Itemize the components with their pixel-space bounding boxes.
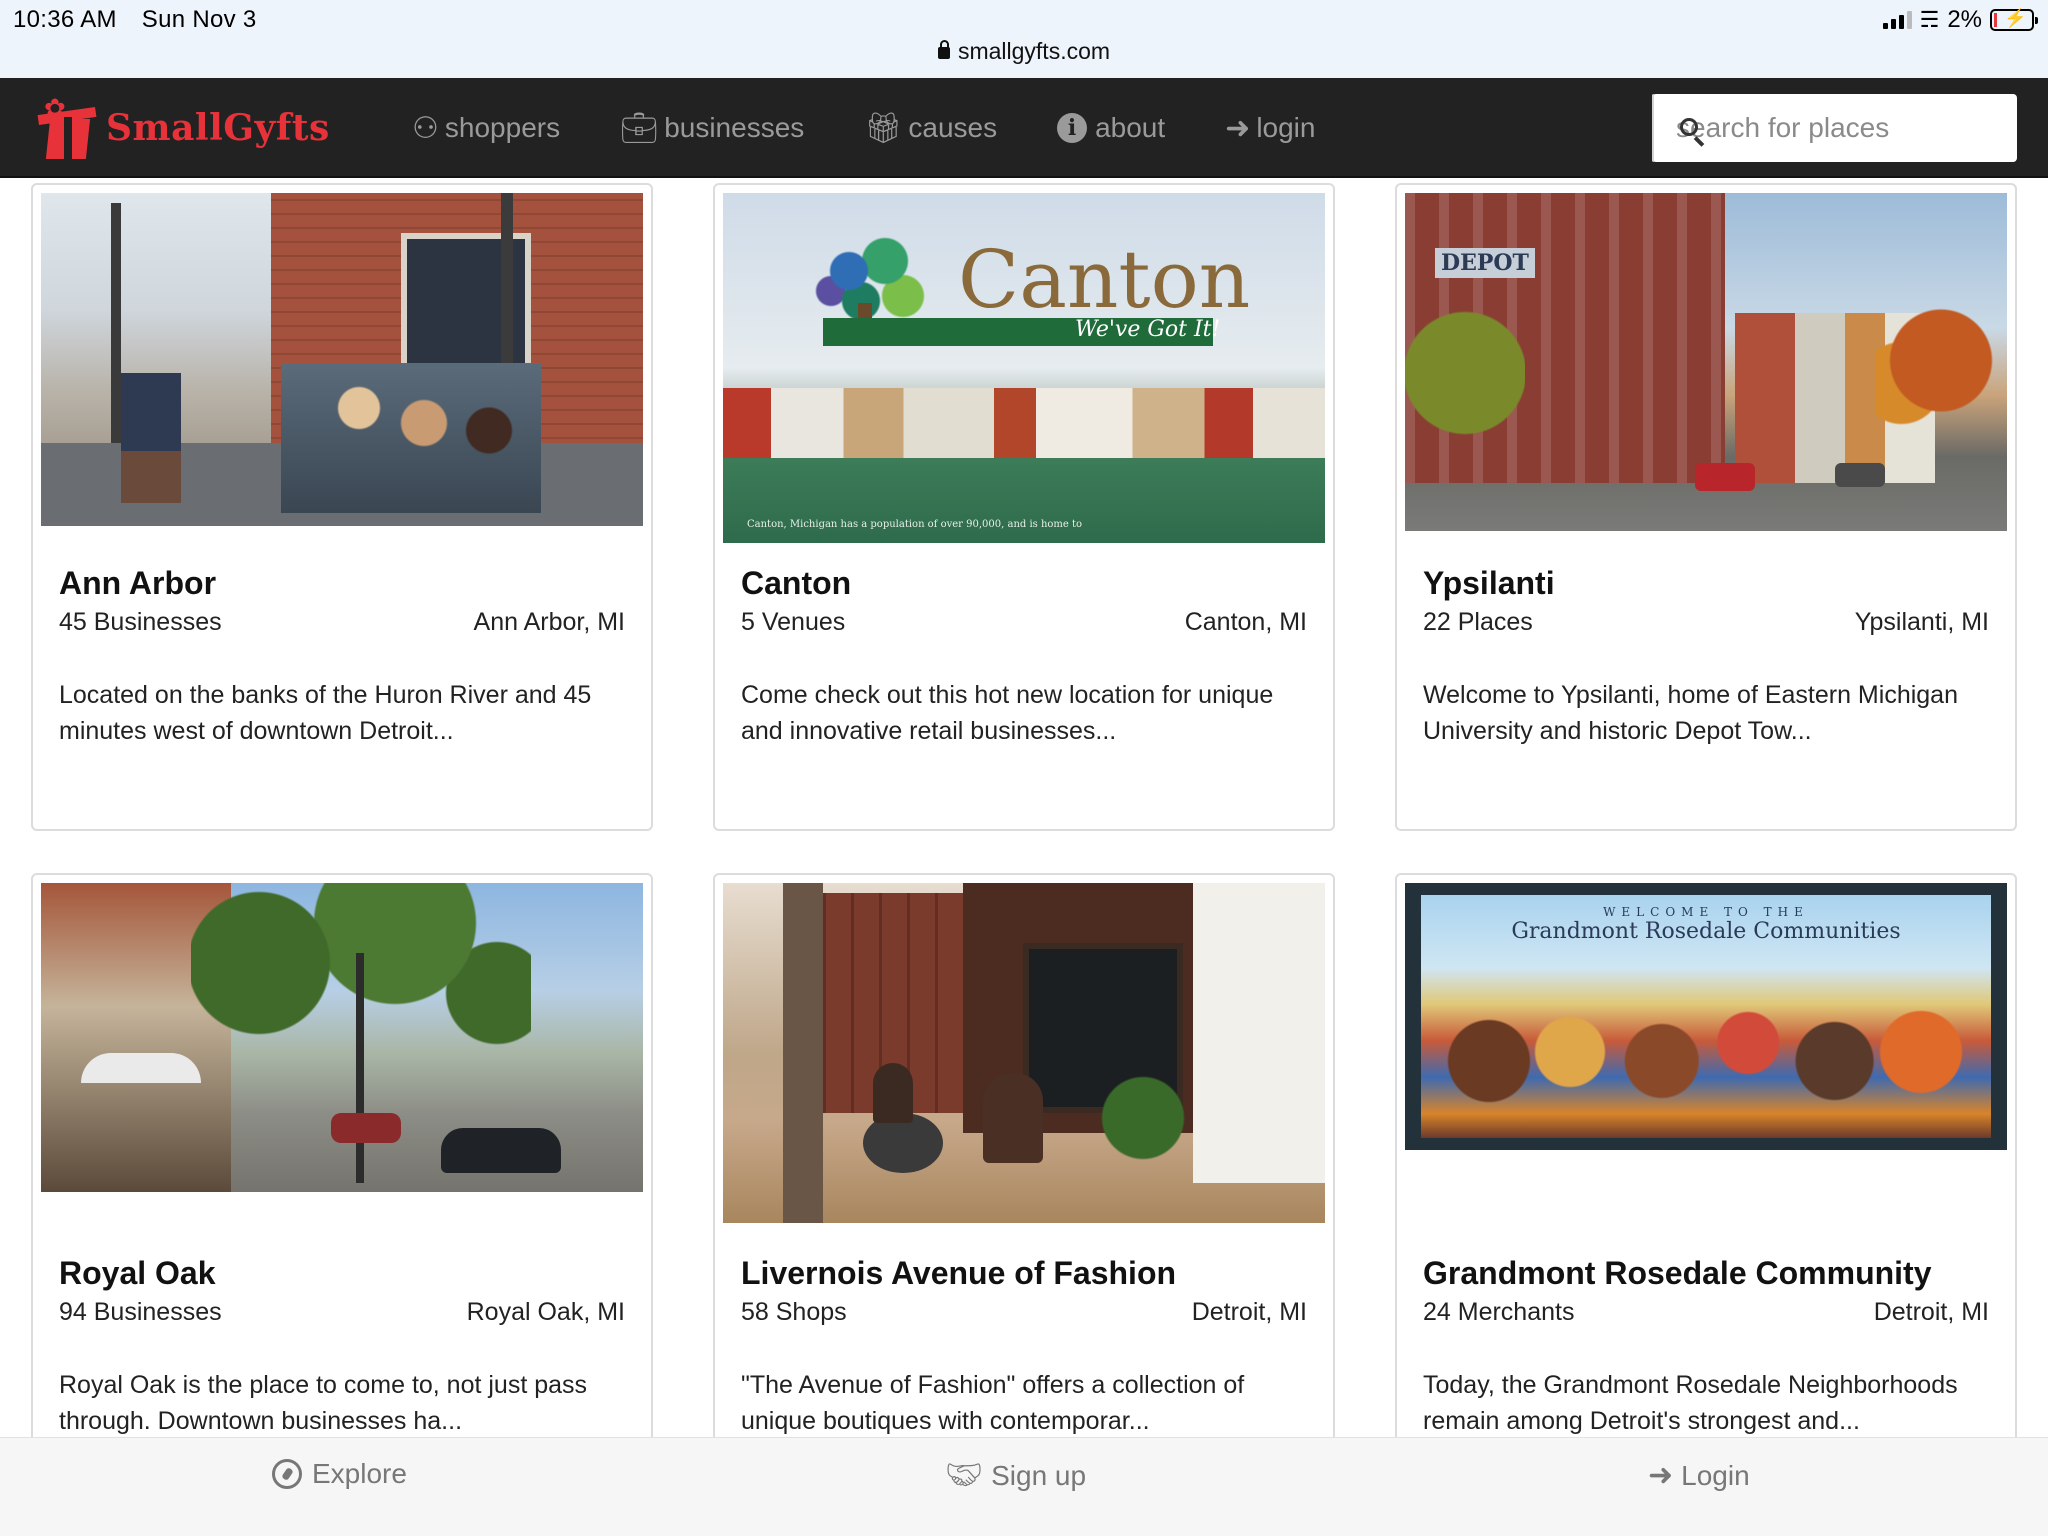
status-time: 10:36 AM — [13, 6, 117, 33]
place-count: 58 Shops — [741, 1298, 847, 1326]
brand-name: SmallGyfts — [106, 107, 330, 149]
place-image: Canton We've Got It! Canton, Michigan ha… — [723, 193, 1325, 543]
depot-sign-text: DEPOT — [1435, 248, 1535, 278]
tab-sign-up-label: Sign up — [991, 1459, 1087, 1491]
place-description: Located on the banks of the Huron River … — [59, 681, 592, 745]
lock-icon — [937, 40, 950, 59]
canton-caption: Canton, Michigan has a population of ove… — [747, 519, 1083, 530]
nav-about-label: about — [1095, 112, 1166, 143]
nav-businesses[interactable]: 💼︎ businesses — [620, 111, 804, 146]
brand-logo[interactable]: ✿ SmallGyfts — [34, 86, 330, 170]
briefcase-icon: 💼︎ — [620, 111, 659, 145]
cellular-signal-icon — [1882, 11, 1912, 29]
nav-causes[interactable]: 🎁︎ causes — [864, 111, 997, 146]
search-input[interactable] — [1654, 94, 2037, 162]
status-date: Sun Nov 3 — [141, 6, 257, 33]
nav-businesses-label: businesses — [664, 112, 805, 143]
tab-explore[interactable]: Explore — [272, 1458, 407, 1490]
place-description: Come check out this hot new location for… — [741, 681, 1274, 745]
place-card-canton[interactable]: Canton We've Got It! Canton, Michigan ha… — [713, 183, 1335, 831]
place-image: WELCOME TO THE Grandmont Rosedale Commun… — [1405, 883, 2007, 1150]
place-count: 94 Businesses — [59, 1298, 222, 1326]
mural-welcome-text: WELCOME TO THE — [1603, 905, 1809, 919]
place-image — [723, 883, 1325, 1223]
users-icon: ⚇ — [412, 111, 439, 145]
compass-icon — [272, 1459, 302, 1489]
canton-logo-text: Canton — [958, 233, 1251, 326]
place-description: Today, the Grandmont Rosedale Neighborho… — [1423, 1371, 1958, 1435]
place-description: Royal Oak is the place to come to, not j… — [59, 1371, 588, 1435]
wifi-icon: ☴ — [1919, 7, 1940, 32]
status-time-date: 10:36 AM Sun Nov 3 — [13, 6, 275, 34]
place-location: Royal Oak, MI — [466, 1298, 625, 1326]
place-count: 5 Venues — [741, 608, 846, 636]
place-title[interactable]: Royal Oak — [59, 1255, 216, 1292]
place-description: Welcome to Ypsilanti, home of Eastern Mi… — [1423, 681, 1958, 745]
place-title[interactable]: Ann Arbor — [59, 565, 216, 602]
nav-about[interactable]: i about — [1057, 112, 1165, 144]
place-location: Ypsilanti, MI — [1854, 608, 1989, 636]
search-box — [1652, 94, 2037, 162]
nav-links: ⚇ shoppers 💼︎ businesses 🎁︎ causes i abo… — [412, 78, 1375, 178]
place-title[interactable]: Ypsilanti — [1423, 565, 1555, 602]
nav-login[interactable]: ➜ login — [1225, 111, 1315, 146]
sign-in-icon: ➜ — [1225, 111, 1251, 145]
place-card-ypsilanti[interactable]: DEPOT Ypsilanti 22 Places Ypsilanti, MI … — [1395, 183, 2017, 831]
site-navbar: ✿ SmallGyfts ⚇ shoppers 💼︎ businesses 🎁︎… — [0, 78, 2048, 178]
place-location: Detroit, MI — [1191, 1298, 1307, 1326]
place-image: DEPOT — [1405, 193, 2007, 531]
sign-in-icon: ➜ — [1648, 1459, 1674, 1492]
gift-logo-icon: ✿ — [34, 93, 98, 163]
place-image — [41, 883, 643, 1192]
battery-icon: ⚡ — [1990, 8, 2038, 31]
tab-login-label: Login — [1681, 1459, 1750, 1491]
tab-login[interactable]: ➜ Login — [1648, 1458, 1750, 1493]
place-card-livernois[interactable]: Livernois Avenue of Fashion 58 Shops Det… — [713, 873, 1335, 1473]
tab-sign-up[interactable]: 🤝︎ Sign up — [945, 1458, 1086, 1493]
place-image — [41, 193, 643, 526]
nav-shoppers-label: shoppers — [444, 112, 561, 143]
place-card-grandmont-rosedale[interactable]: WELCOME TO THE Grandmont Rosedale Commun… — [1395, 873, 2017, 1473]
ios-status-bar: 10:36 AM Sun Nov 3 ☴ 2% ⚡ smallgyfts.com — [0, 0, 2048, 78]
battery-percent: 2% — [1947, 6, 1982, 33]
place-title[interactable]: Livernois Avenue of Fashion — [741, 1255, 1176, 1292]
place-count: 22 Places — [1423, 608, 1533, 636]
canton-tagline: We've Got It! — [1075, 317, 1221, 342]
place-card-ann-arbor[interactable]: Ann Arbor 45 Businesses Ann Arbor, MI Lo… — [31, 183, 653, 831]
bottom-tab-bar: Explore 🤝︎ Sign up ➜ Login — [0, 1437, 2048, 1536]
mural-title-text: Grandmont Rosedale Communities — [1511, 919, 1901, 944]
handshake-icon: 🤝︎ — [945, 1459, 984, 1492]
search-icon — [1680, 118, 1698, 136]
gift-icon: 🎁︎ — [864, 111, 903, 145]
address-bar[interactable]: smallgyfts.com — [0, 38, 2048, 65]
nav-causes-label: causes — [908, 112, 998, 143]
nav-shoppers[interactable]: ⚇ shoppers — [412, 111, 560, 146]
place-title[interactable]: Grandmont Rosedale Community — [1423, 1255, 1932, 1292]
tab-explore-label: Explore — [312, 1458, 407, 1489]
place-count: 45 Businesses — [59, 608, 222, 636]
place-location: Ann Arbor, MI — [473, 608, 625, 636]
nav-login-label: login — [1256, 112, 1316, 143]
place-count: 24 Merchants — [1423, 1298, 1575, 1326]
place-description: "The Avenue of Fashion" offers a collect… — [741, 1371, 1245, 1435]
url-text: smallgyfts.com — [957, 38, 1111, 64]
place-location: Canton, MI — [1184, 608, 1307, 636]
search-button[interactable] — [1652, 94, 1698, 162]
place-card-royal-oak[interactable]: Royal Oak 94 Businesses Royal Oak, MI Ro… — [31, 873, 653, 1473]
status-indicators: ☴ 2% ⚡ — [1882, 6, 2038, 34]
place-title[interactable]: Canton — [741, 565, 851, 602]
place-location: Detroit, MI — [1873, 1298, 1989, 1326]
info-icon: i — [1057, 113, 1088, 143]
